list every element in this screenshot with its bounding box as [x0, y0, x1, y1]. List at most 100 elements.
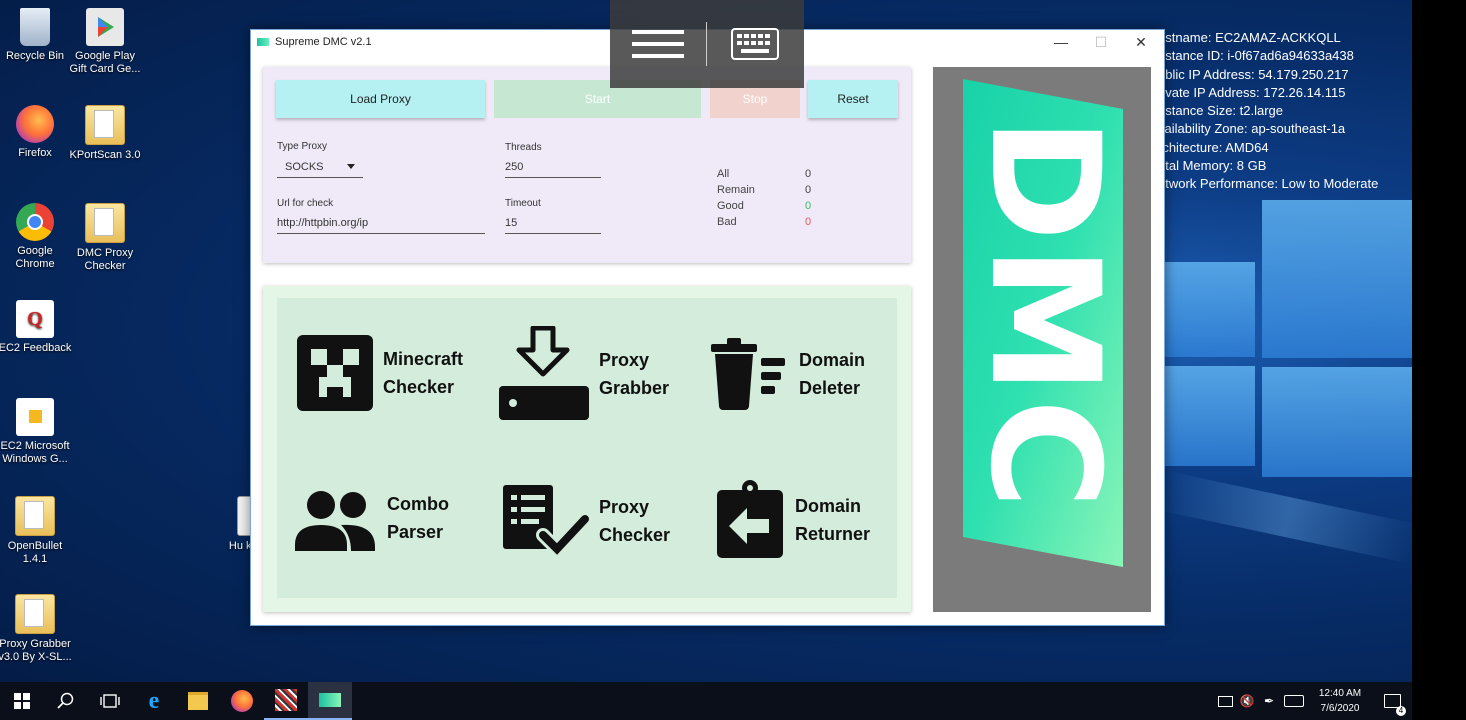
desktop-icon-ec2-feedback[interactable]: Q EC2 Feedback	[0, 300, 73, 355]
internet-explorer-icon: e	[148, 687, 160, 714]
tools-grid: Minecraft Checker Proxy Grabber Domain D…	[277, 298, 897, 598]
letterbox-bar	[1412, 0, 1466, 720]
tool-proxy-grabber[interactable]: Proxy Grabber	[497, 326, 669, 422]
tool-label: Domain Deleter	[799, 350, 866, 398]
logo-text: DMC	[957, 117, 1131, 513]
sysinfo-line: ublic IP Address: 54.179.250.217	[1158, 66, 1349, 82]
tool-minecraft-checker[interactable]: Minecraft Checker	[297, 333, 463, 413]
package-icon	[16, 398, 54, 436]
stat-good-label: Good	[717, 200, 744, 212]
stat-bad-label: Bad	[717, 216, 737, 228]
desktop: Recycle Bin Google Play Gift Card Ge... …	[0, 0, 1412, 682]
type-proxy-label: Type Proxy	[277, 141, 328, 152]
threads-label: Threads	[505, 142, 542, 153]
stat-remain-value: 0	[805, 184, 812, 196]
type-proxy-select[interactable]: SOCKS	[277, 161, 363, 178]
reset-button[interactable]: Reset	[808, 80, 898, 118]
dmc-app-icon	[319, 693, 341, 707]
folder-icon	[15, 496, 55, 536]
taskbar-file-explorer[interactable]	[176, 682, 220, 720]
close-button[interactable]: ✕	[1121, 32, 1161, 52]
desktop-icon-openbullet[interactable]: OpenBullet 1.4.1	[0, 496, 73, 566]
people-icon	[295, 491, 375, 551]
sysinfo-line: nstance ID: i-0f67ad6a94633a438	[1158, 48, 1354, 64]
threads-input[interactable]: 250	[505, 161, 601, 178]
start-button[interactable]	[0, 682, 44, 720]
settings-panel: Load Proxy Start Stop Reset Type Proxy S…	[263, 67, 911, 263]
taskbar-app-pattern[interactable]	[264, 682, 308, 720]
clock[interactable]: 12:40 AM 7/6/2020	[1308, 686, 1372, 716]
desktop-icon-firefox[interactable]: Firefox	[0, 105, 73, 160]
desktop-icon-google-play[interactable]: Google Play Gift Card Ge...	[67, 8, 143, 76]
tool-label: Minecraft Checker	[383, 349, 464, 397]
network-icon[interactable]	[1214, 695, 1236, 707]
volume-muted-icon[interactable]: 🔇	[1236, 694, 1258, 708]
system-tray: 🔇 ✒ 12:40 AM 7/6/2020 4	[1214, 682, 1412, 720]
clock-time: 12:40 AM	[1318, 688, 1362, 699]
desktop-icon-label: KPortScan 3.0	[69, 149, 141, 161]
taskbar-ie[interactable]: e	[132, 682, 176, 720]
desktop-icon-kportscan[interactable]: KPortScan 3.0	[67, 105, 143, 162]
pen-icon[interactable]: ✒	[1258, 694, 1280, 708]
desktop-icon-chrome[interactable]: Google Chrome	[0, 203, 73, 271]
dmc-logo: DMC	[933, 67, 1151, 612]
timeout-label: Timeout	[505, 198, 541, 209]
google-play-icon	[86, 8, 124, 46]
maximize-button[interactable]: ☐	[1081, 32, 1121, 52]
windows-logo-pane	[1165, 262, 1255, 357]
creeper-icon	[297, 335, 373, 411]
desktop-icon-recycle-bin[interactable]: Recycle Bin	[0, 8, 73, 63]
window-title: Supreme DMC v2.1	[275, 36, 372, 48]
trash-list-icon	[711, 338, 785, 410]
desktop-icon-proxy-grabber[interactable]: Proxy Grabber v3.0 By X-SL...	[0, 594, 73, 664]
load-proxy-button[interactable]: Load Proxy	[276, 80, 485, 118]
stat-good-value: 0	[805, 200, 812, 212]
tool-proxy-checker[interactable]: Proxy Checker	[503, 483, 670, 559]
search-button[interactable]	[44, 682, 88, 720]
app-icon	[275, 689, 297, 711]
tool-combo-parser[interactable]: Combo Parser	[293, 483, 449, 553]
desktop-icon-label: EC2 Feedback	[0, 342, 72, 354]
sysinfo-line: otal Memory: 8 GB	[1158, 158, 1267, 174]
system-info: ostname: EC2AMAZ-ACKKQLL nstance ID: i-0…	[1158, 29, 1378, 194]
menu-button[interactable]	[632, 30, 684, 60]
taskbar-dmc[interactable]	[308, 682, 352, 720]
task-view-button[interactable]	[88, 682, 132, 720]
url-input[interactable]: http://httpbin.org/ip	[277, 217, 485, 234]
folder-icon	[85, 105, 125, 145]
taskbar-firefox[interactable]	[220, 682, 264, 720]
notification-button[interactable]: 4	[1372, 694, 1412, 716]
keyboard-icon[interactable]	[1280, 695, 1308, 707]
type-proxy-value: SOCKS	[285, 161, 324, 173]
sysinfo-line: rchitecture: AMD64	[1158, 139, 1269, 155]
desktop-icon-dmc-proxy-checker[interactable]: DMC Proxy Checker	[67, 203, 143, 273]
checklist-icon	[503, 485, 589, 559]
timeout-input[interactable]: 15	[505, 217, 601, 234]
tool-domain-deleter[interactable]: Domain Deleter	[711, 338, 865, 410]
folder-icon	[188, 692, 208, 710]
firefox-icon	[16, 105, 54, 143]
download-drive-icon	[499, 326, 589, 420]
desktop-icon-label: DMC Proxy Checker	[76, 247, 134, 272]
url-label: Url for check	[277, 198, 334, 209]
sysinfo-line: vailability Zone: ap-southeast-1a	[1158, 121, 1346, 137]
desktop-icon-ec2-windows[interactable]: EC2 Microsoft Windows G...	[0, 398, 73, 466]
firefox-icon	[231, 690, 253, 712]
windows-logo-pane	[1262, 367, 1412, 477]
light-beam	[1155, 470, 1412, 564]
app-window: Supreme DMC v2.1 — ☐ ✕ Load Proxy Start …	[250, 29, 1165, 626]
stat-all-label: All	[717, 168, 730, 180]
minimize-button[interactable]: —	[1041, 32, 1081, 52]
tool-domain-returner[interactable]: Domain Returner	[715, 480, 870, 560]
desktop-icon-label: Google Chrome	[15, 245, 55, 270]
tools-panel: Minecraft Checker Proxy Grabber Domain D…	[263, 286, 911, 612]
sysinfo-line: ostname: EC2AMAZ-ACKKQLL	[1158, 30, 1341, 45]
sysinfo-line: rivate IP Address: 172.26.14.115	[1158, 84, 1346, 100]
taskbar: e 🔇 ✒ 12:40 AM 7/6/2020 4	[0, 682, 1412, 720]
keyboard-button[interactable]	[731, 28, 779, 60]
clock-date: 7/6/2020	[1320, 703, 1360, 714]
desktop-icon-label: EC2 Microsoft Windows G...	[0, 440, 70, 465]
desktop-icon-label: Proxy Grabber v3.0 By X-SL...	[0, 638, 72, 663]
desktop-icon-label: Firefox	[18, 147, 52, 159]
dropdown-arrow-icon	[347, 164, 355, 169]
